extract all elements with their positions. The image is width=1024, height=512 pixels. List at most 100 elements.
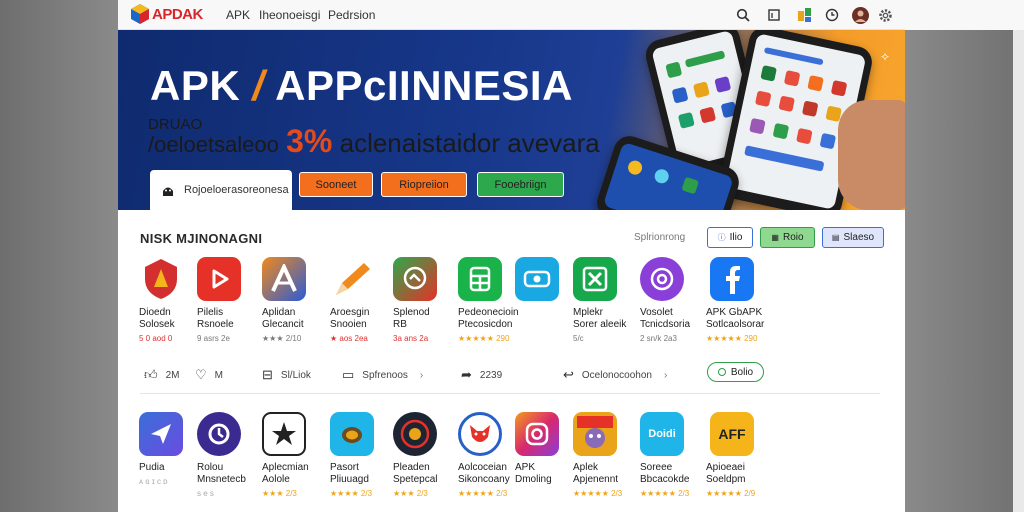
app-card[interactable]: Pleaden Spetepcal ★★★ 2/3: [393, 412, 455, 498]
hand-image: [838, 100, 905, 210]
nav-link-3[interactable]: Pedrsion: [328, 8, 375, 22]
top-nav-extension: [905, 0, 1024, 30]
turtle-icon: [330, 412, 374, 456]
hero-button-1[interactable]: Sooneet: [299, 172, 373, 197]
section-sort-label[interactable]: Splrionrong: [634, 232, 685, 243]
download-action[interactable]: ⊟ Sl/Liok: [262, 367, 311, 383]
app-card[interactable]: Aroesgin Snooien ★ aos 2ea: [330, 257, 392, 343]
app-card[interactable]: Doidi Soreee Bbcacokde ★★★★★ 2/3: [640, 412, 702, 498]
app-card[interactable]: Rolou Mnsnetecb s e s: [197, 412, 259, 498]
app-rating: ★★★★★ 2/3: [573, 489, 623, 498]
app-subtitle: Sotlcaolsorar: [706, 319, 765, 330]
app-card[interactable]: Pasort Pliuuagd ★★★★ 2/3: [330, 412, 392, 498]
insta-icon: [515, 412, 559, 456]
app-subtitle: Pliuuagd: [330, 474, 369, 485]
hero-title-slash: /: [252, 62, 265, 109]
filter-pill-3[interactable]: ▤ Slaeso: [822, 227, 884, 248]
app-card[interactable]: Dioedn Solosek 5 0 aod 0: [139, 257, 201, 343]
app-name: Vosolet: [640, 307, 673, 318]
hero-sub-percent: 3%: [286, 123, 333, 159]
nav-link-apk[interactable]: APK: [226, 8, 250, 22]
hero-title-part2: APPᴄIINNESIA: [275, 62, 573, 109]
like-action[interactable]: 👍︎ 2M: [144, 367, 180, 383]
grid-icon: [458, 257, 502, 301]
history-icon[interactable]: [823, 6, 841, 24]
app-subtitle: Spetepcal: [393, 474, 438, 485]
app-card[interactable]: Pedeonecioin Ptecosicdon ★★★★★ 290: [458, 257, 520, 343]
app-subtitle: Glecancit: [262, 319, 304, 330]
app-rating: ★ aos 2ea: [330, 334, 368, 343]
back-icon: ↩: [563, 367, 574, 382]
app-card[interactable]: Splenod RB 3a ans 2a: [393, 257, 455, 343]
scrollbar[interactable]: [1013, 0, 1024, 512]
app-card[interactable]: APK GbAPK Sotlcaolsorar ★★★★★ 290: [706, 257, 796, 343]
hero-button-2[interactable]: Riopreiion: [381, 172, 467, 197]
hero-title: APK / APPᴄIINNESIA: [150, 62, 573, 110]
app-subtitle: Rsnoele: [197, 319, 234, 330]
nav-link-2[interactable]: Iheonoeisgi: [259, 8, 320, 22]
hero-button-3[interactable]: Fooebriign: [477, 172, 564, 197]
comment-action[interactable]: ▭ Spfrenoos ›: [342, 367, 423, 383]
app-name: Rolou: [197, 462, 224, 473]
app-card[interactable]: Pilelis Rsnoele 9 asrs 2e: [197, 257, 259, 343]
send-icon: [139, 412, 183, 456]
app-name: Aplecmian: [262, 462, 309, 473]
filter-pill-2-label: Roio: [782, 232, 804, 243]
hero-search-text: Rojoeloerasoreonesa: [184, 184, 289, 196]
f-icon: [710, 257, 754, 301]
app-subtitle: Sorer aleeik: [573, 319, 627, 330]
hero-sub-rest: aclenaistaidor avevara: [339, 128, 600, 158]
app-card[interactable]: Pudia ᴀ ɢ ɪ ᴄ ᴅ: [139, 412, 201, 486]
app-card[interactable]: Mplekr Sorer aleeik 5/c: [573, 257, 635, 343]
app-card[interactable]: Vosolet Tcnicdsoria 2 sn/k 2a3: [640, 257, 702, 343]
app-subtitle: RB: [393, 319, 407, 330]
app-name: Aplek: [573, 462, 599, 473]
chat-icon: [393, 257, 437, 301]
status-pill[interactable]: Bolio: [707, 362, 764, 382]
app-subtitle: Soeldpm: [706, 474, 746, 485]
pencil-icon: [330, 257, 374, 301]
app-rating: 5 0 aod 0: [139, 334, 173, 343]
share-action[interactable]: ➦ 2239: [461, 367, 502, 383]
sparkle-icon: ✧: [880, 50, 891, 64]
app-card[interactable]: [515, 257, 567, 301]
app-rating: ★★★★★ 290: [706, 334, 758, 343]
app-card[interactable]: APK Dmoling: [515, 412, 577, 486]
heart-action[interactable]: ♡ M: [195, 367, 223, 383]
filter-pill-2[interactable]: ▦ Roio: [760, 227, 815, 248]
app-rating: 5/c: [573, 334, 584, 343]
download-count: Sl/Liok: [280, 369, 311, 381]
right-background: [905, 0, 1024, 512]
app-name: Pedeonecioin: [458, 307, 519, 318]
app-card[interactable]: Aolcoceian Sikoncoany ★★★★★ 2/3: [458, 412, 520, 498]
play-icon: [197, 257, 241, 301]
app-card[interactable]: AFF Apioeaei Soeldpm ★★★★★ 2/9: [706, 412, 768, 498]
search-icon[interactable]: [734, 6, 752, 24]
app-rating: 3a ans 2a: [393, 334, 429, 343]
hero-title-part1: APK: [150, 62, 241, 109]
filter-pill-1-label: Ilio: [729, 232, 743, 243]
app-name: APK GbAPK: [706, 307, 763, 318]
status-pill-label: Bolio: [730, 366, 754, 378]
aff-icon: AFF: [710, 412, 754, 456]
apps-icon[interactable]: [796, 6, 814, 24]
app-name: Pilelis: [197, 307, 224, 318]
app-card[interactable]: Aplecmian Aolole ★★★ 2/3: [262, 412, 324, 498]
more-action[interactable]: ↩ Ocelonocoohon ›: [563, 367, 667, 383]
section-title: NISK MJINONAGNI: [140, 231, 263, 246]
app-name: Aroesgin: [330, 307, 370, 318]
app-rating: ★★★★ 2/3: [330, 489, 373, 498]
brand-name[interactable]: APDAK: [152, 6, 203, 23]
logo-icon[interactable]: [131, 4, 149, 24]
settings-icon[interactable]: [876, 6, 894, 24]
app-card[interactable]: Aplidan Glecancit ★★★ 2/10: [262, 257, 324, 343]
app-name: Aolcoceian: [458, 462, 507, 473]
hero-search-box[interactable]: Rojoeloerasoreonesa: [150, 170, 292, 210]
download-icon: ⊟: [262, 367, 273, 382]
app-card[interactable]: Aplek Apjenennt ★★★★★ 2/3: [573, 412, 635, 498]
avatar[interactable]: [851, 6, 869, 24]
filter-pill-1[interactable]: ⓘ Ilio: [707, 227, 753, 248]
app-rating: ★★★ 2/3: [262, 489, 297, 498]
heart-count: M: [214, 369, 223, 381]
bookmark-icon[interactable]: [765, 6, 783, 24]
